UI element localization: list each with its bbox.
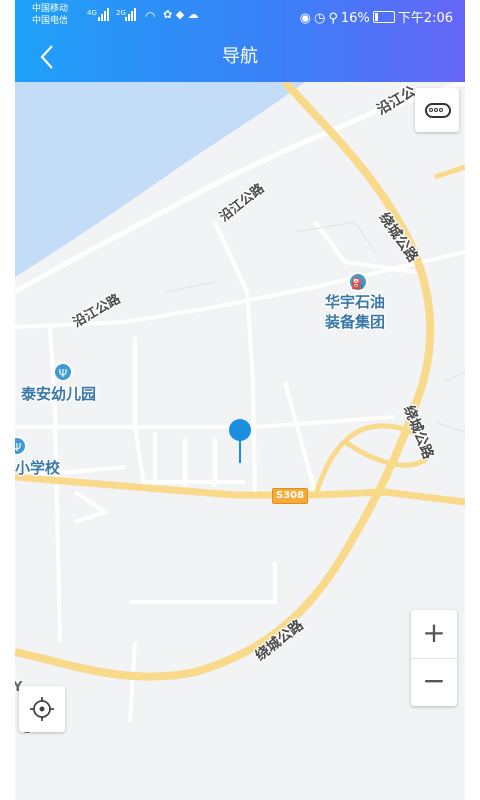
poi-kindergarten-icon[interactable]: Ψ	[53, 362, 73, 382]
app-frame: 中国移动 中国电信 4G 2G ◠ ✿ ◆ ☁ ◉◷⚲16%下午2:06	[15, 0, 465, 800]
map-view[interactable]: 沿江公 沿江公路 沿江公路 绕城公路 绕城公路 绕城公路 ⛽ 华宇石油 装备集团…	[15, 82, 465, 800]
poi-school[interactable]: 小学校	[15, 457, 60, 478]
notification-icons: ✿ ◆ ☁	[163, 8, 199, 21]
location-pin-icon[interactable]	[229, 419, 251, 463]
more-dots-icon	[425, 103, 451, 118]
status-right: ◉ ◷ ⚲ 16% 下午2:06	[300, 7, 453, 26]
locate-button[interactable]	[19, 686, 65, 732]
battery-icon	[372, 11, 395, 23]
poi-huayu[interactable]: 华宇石油 装备集团	[325, 292, 385, 332]
signal-1-icon	[98, 7, 112, 21]
location-icon: ⚲	[328, 11, 338, 26]
poi-company-icon[interactable]: ⛽	[348, 272, 368, 292]
zoom-control: + −	[411, 610, 457, 706]
status-bar: 中国移动 中国电信 4G 2G ◠ ✿ ◆ ☁ ◉ ◷ ⚲ 16% 下午2:06	[15, 0, 465, 32]
poi-taian-kindergarten[interactable]: 泰安幼儿园	[21, 383, 96, 404]
top-bar: 中国移动 中国电信 4G 2G ◠ ✿ ◆ ☁ ◉◷⚲16%下午2:06	[15, 0, 465, 82]
wifi-icon: ◠	[145, 9, 156, 23]
nav-bar: 导航	[15, 32, 465, 82]
clock: 下午2:06	[397, 11, 453, 26]
eye-icon: ◉	[299, 11, 312, 26]
carrier-info: 中国移动 中国电信	[32, 3, 68, 27]
network-type-1: 4G	[87, 9, 97, 17]
page-title: 导航	[222, 46, 258, 67]
zoom-out-button[interactable]: −	[411, 658, 457, 706]
signal-2-icon	[125, 7, 139, 21]
alarm-icon: ◷	[314, 11, 326, 26]
zoom-in-button[interactable]: +	[411, 610, 457, 659]
more-options-button[interactable]	[415, 88, 459, 132]
carrier-2: 中国电信	[32, 16, 69, 26]
battery-percent: 16%	[340, 11, 370, 26]
highway-shield-s308: S308	[272, 488, 309, 504]
carrier-1: 中国移动	[32, 4, 69, 14]
locate-crosshair-icon	[30, 697, 54, 721]
